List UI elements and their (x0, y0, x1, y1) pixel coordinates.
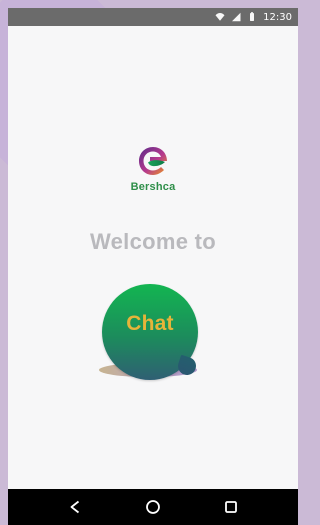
brand: Bershca (8, 144, 298, 193)
status-time: 12:30 (263, 11, 292, 23)
recents-icon[interactable] (217, 493, 245, 521)
welcome-text: Welcome to (89, 229, 217, 254)
status-bar: 12:30 (8, 8, 298, 26)
phone-frame: 12:30 Bershca Welcome to Chat (8, 8, 298, 525)
home-icon[interactable] (139, 493, 167, 521)
chat-button[interactable]: Chat (99, 284, 206, 394)
battery-icon (247, 12, 257, 22)
chat-button-label[interactable]: Chat (102, 312, 198, 336)
brand-logo-icon (136, 144, 170, 178)
main-content: Bershca Welcome to Chat (8, 26, 298, 489)
wifi-icon (215, 12, 225, 22)
screen: 12:30 Bershca Welcome to Chat (0, 0, 298, 525)
brand-name: Bershca (130, 181, 176, 193)
back-icon[interactable] (61, 493, 89, 521)
navigation-bar (8, 489, 298, 525)
signal-icon (231, 12, 241, 22)
